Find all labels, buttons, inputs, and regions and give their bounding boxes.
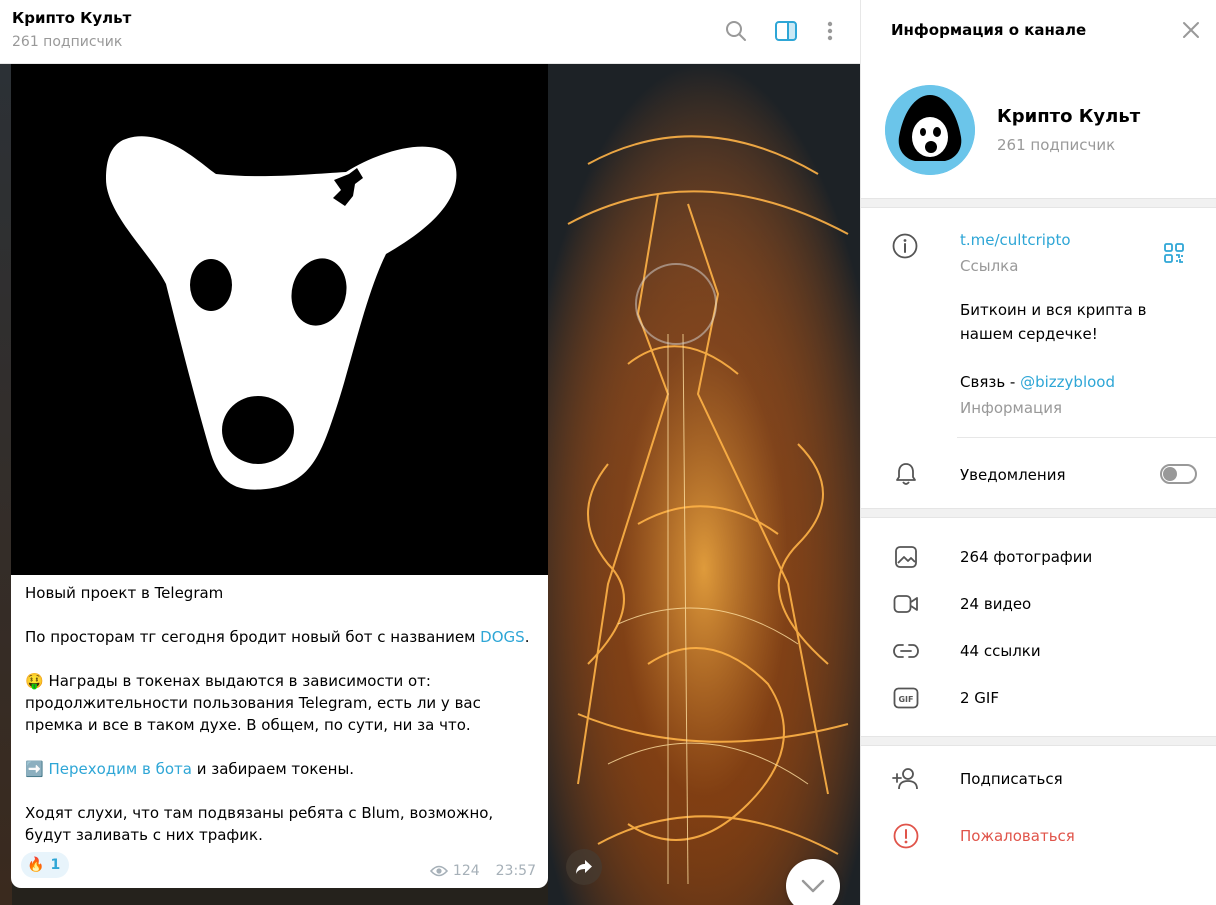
arrow-right-emoji-icon: ➡️ (25, 760, 44, 778)
channel-title[interactable]: Крипто Культ (12, 9, 131, 27)
media-row-videos[interactable]: 24 видео (861, 582, 1216, 626)
views-count: 124 (452, 863, 480, 879)
notifications-toggle[interactable] (1160, 464, 1197, 484)
divider (957, 437, 1216, 438)
post-paragraph-2-end: . (524, 628, 530, 646)
channel-post[interactable]: Новый проект в Telegram По просторам тг … (11, 64, 548, 888)
description-line-1: Биткоин и вся крипта в (960, 301, 1147, 319)
go-to-bot-link[interactable]: Переходим в бота (48, 760, 191, 778)
share-button[interactable] (566, 849, 602, 885)
views-eye-icon (429, 865, 448, 877)
search-icon[interactable] (723, 18, 749, 44)
post-paragraph-4: и забираем токены. (191, 760, 355, 778)
photo-icon (892, 543, 920, 571)
channel-subtitle: 261 подписчик (12, 34, 123, 50)
avatar[interactable] (885, 85, 975, 175)
report-warning-icon (892, 822, 920, 850)
description-line-2: нашем сердечке! (960, 325, 1098, 343)
contact-line: Связь - @bizzyblood (960, 370, 1115, 394)
section-divider (861, 736, 1216, 746)
svg-text:GIF: GIF (898, 695, 913, 704)
video-icon (892, 590, 920, 618)
share-arrow-icon (576, 860, 592, 874)
more-menu-icon[interactable] (817, 18, 843, 44)
info-channel-name: Крипто Культ (997, 106, 1141, 127)
post-paragraph-2: По просторам тг сегодня бродит новый бот… (25, 628, 481, 646)
link-icon (892, 637, 920, 665)
money-emoji-icon: 🤑 (25, 672, 44, 690)
post-meta: 124 23:57 (429, 863, 536, 879)
add-user-icon (891, 765, 919, 793)
reaction-badge[interactable]: 🔥 1 (21, 852, 70, 878)
reaction-count: 1 (50, 857, 61, 873)
channel-info-panel: Информация о канале Крипто Культ 261 под… (860, 0, 1216, 905)
chat-header: Крипто Культ 261 подписчик (0, 0, 860, 64)
media-row-photos[interactable]: 264 фотографии (861, 535, 1216, 579)
toggle-knob (1163, 467, 1177, 481)
panel-title: Информация о канале (891, 21, 1087, 39)
channel-link-label: Ссылка (960, 257, 1019, 275)
sidebar-toggle-icon[interactable] (773, 18, 799, 44)
dogs-link[interactable]: DOGS (480, 628, 525, 646)
media-label: 2 GIF (960, 689, 999, 707)
media-label: 264 фотографии (960, 548, 1093, 566)
post-text: Новый проект в Telegram По просторам тг … (25, 582, 540, 868)
info-icon (891, 232, 919, 260)
section-divider (861, 198, 1216, 208)
description-label: Информация (960, 399, 1063, 417)
fire-emoji-icon: 🔥 (27, 857, 45, 873)
contact-prefix: Связь - (960, 373, 1021, 391)
info-subscribers: 261 подписчик (997, 136, 1116, 154)
post-paragraph-5: Ходят слухи, что там подвязаны ребята с … (25, 804, 494, 844)
report-button[interactable]: Пожаловаться (861, 814, 1216, 858)
media-label: 24 видео (960, 595, 1032, 613)
post-image[interactable] (11, 64, 548, 575)
post-time: 23:57 (495, 863, 536, 879)
section-divider (861, 508, 1216, 518)
media-row-gifs[interactable]: GIF 2 GIF (861, 676, 1216, 720)
chat-wallpaper-image (548, 64, 860, 905)
channel-link[interactable]: t.me/cultcripto (960, 228, 1071, 252)
close-icon[interactable] (1179, 18, 1203, 42)
post-paragraph-1: Новый проект в Telegram (25, 584, 224, 602)
media-row-links[interactable]: 44 ссылки (861, 629, 1216, 673)
gif-icon: GIF (892, 684, 920, 712)
media-label: 44 ссылки (960, 642, 1041, 660)
report-label: Пожаловаться (960, 827, 1075, 845)
subscribe-button[interactable]: Подписаться (861, 757, 1216, 801)
chat-area[interactable]: Новый проект в Telegram По просторам тг … (0, 64, 860, 905)
contact-handle-link[interactable]: @bizzyblood (1020, 373, 1115, 391)
post-paragraph-3: Награды в токенах выдаются в зависимости… (25, 672, 481, 734)
chevron-down-icon (801, 879, 825, 893)
subscribe-label: Подписаться (960, 770, 1063, 788)
notifications-label: Уведомления (960, 466, 1066, 484)
bell-icon (892, 460, 920, 488)
scroll-to-bottom-button[interactable] (786, 859, 840, 905)
qr-code-icon[interactable] (1160, 239, 1188, 267)
